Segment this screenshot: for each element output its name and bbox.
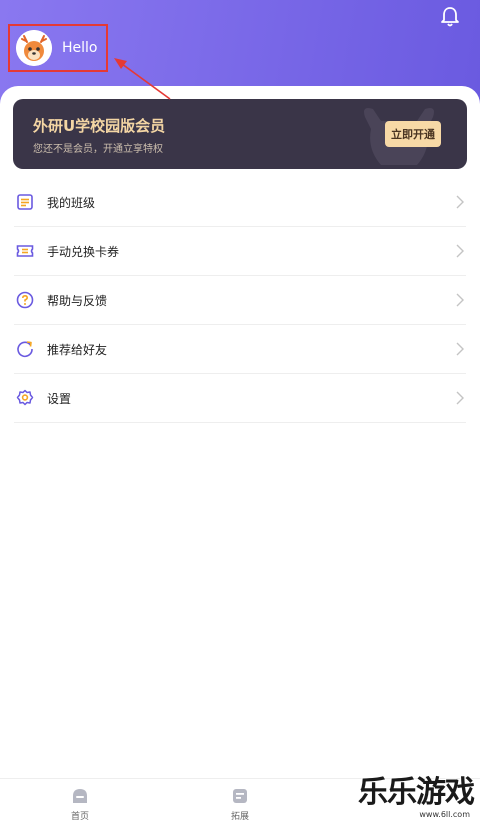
tab-extension[interactable]: 拓展: [200, 779, 280, 827]
content-panel: 外研U学校园版会员 您还不是会员，开通立享特权 立即开通 我的班级 手动兑换卡券…: [0, 86, 480, 827]
deer-mascot-icon: [16, 30, 52, 66]
menu-item-label: 我的班级: [47, 195, 96, 210]
settings-menu: 我的班级 手动兑换卡券 帮助与反馈 推荐给好友 设置: [14, 178, 466, 423]
tab-label: 拓展: [230, 812, 249, 822]
tab-label: 首页: [70, 812, 89, 822]
menu-item-redeem-voucher[interactable]: 手动兑换卡券: [14, 227, 466, 276]
watermark-title: 乐乐游戏: [358, 775, 475, 810]
chevron-right-icon: [456, 195, 464, 209]
greeting-text: Hello: [62, 40, 98, 56]
menu-item-recommend-friends[interactable]: 推荐给好友: [14, 325, 466, 374]
menu-item-label: 设置: [47, 391, 72, 406]
ticket-icon: [16, 242, 34, 260]
profile-highlight-box[interactable]: Hello: [8, 24, 108, 72]
vip-title: 外研U学校园版会员: [33, 117, 166, 135]
open-membership-button[interactable]: 立即开通: [385, 121, 441, 147]
watermark-url: www.6ll.com: [419, 810, 470, 819]
tab-home[interactable]: 首页: [40, 779, 120, 827]
extension-icon: [233, 789, 247, 803]
menu-item-label: 手动兑换卡券: [47, 244, 120, 259]
settings-gear-icon: [16, 389, 34, 407]
menu-item-label: 帮助与反馈: [47, 293, 108, 308]
menu-item-settings[interactable]: 设置: [14, 374, 466, 423]
menu-item-my-class[interactable]: 我的班级: [14, 178, 466, 227]
chevron-right-icon: [456, 342, 464, 356]
vip-subtitle: 您还不是会员，开通立享特权: [33, 144, 163, 155]
chevron-right-icon: [456, 391, 464, 405]
bell-icon[interactable]: [440, 6, 460, 28]
help-icon: [16, 291, 34, 309]
menu-item-label: 推荐给好友: [47, 342, 108, 357]
class-list-icon: [16, 193, 34, 211]
site-watermark: 乐乐游戏 www.6ll.com: [354, 775, 475, 824]
share-refresh-icon: [16, 340, 34, 358]
vip-membership-card[interactable]: 外研U学校园版会员 您还不是会员，开通立享特权 立即开通: [13, 99, 467, 169]
home-icon: [73, 789, 87, 803]
menu-item-help-feedback[interactable]: 帮助与反馈: [14, 276, 466, 325]
chevron-right-icon: [456, 244, 464, 258]
avatar[interactable]: [16, 30, 52, 66]
chevron-right-icon: [456, 293, 464, 307]
